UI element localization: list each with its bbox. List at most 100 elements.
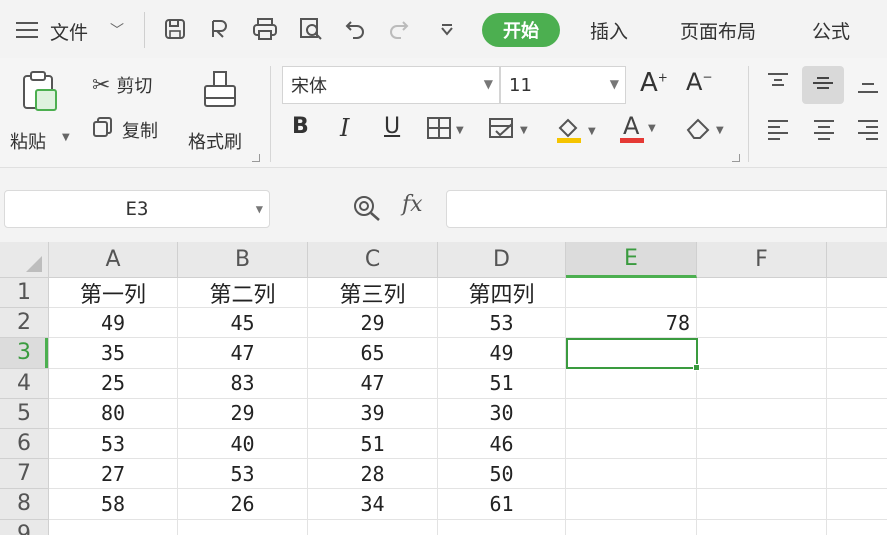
grid-cell[interactable]: 26 — [178, 489, 308, 520]
grid-cell[interactable] — [566, 519, 697, 535]
grid-cell[interactable] — [438, 519, 566, 535]
tab-page-layout[interactable]: 页面布局 — [680, 17, 756, 44]
row-header[interactable]: 6 — [0, 429, 49, 460]
increase-font-size-button[interactable]: A+ — [640, 68, 668, 98]
grid-cell[interactable]: 47 — [178, 338, 308, 369]
grid-cell[interactable]: 61 — [438, 489, 566, 520]
grid-cell[interactable] — [827, 459, 887, 490]
grid-cell[interactable]: 28 — [308, 459, 438, 490]
align-middle-button[interactable] — [802, 66, 844, 104]
grid-cell[interactable]: 39 — [308, 398, 438, 429]
grid-cell[interactable] — [827, 308, 887, 339]
grid-cell[interactable]: 51 — [438, 368, 566, 399]
borders-button[interactable]: ▼ — [426, 116, 464, 145]
tab-formulas[interactable]: 公式 — [812, 17, 850, 44]
grid-cell[interactable]: 65 — [308, 338, 438, 369]
grid-cell[interactable] — [827, 489, 887, 520]
align-left-button[interactable] — [766, 118, 790, 145]
fill-handle[interactable] — [693, 364, 700, 371]
grid-cell[interactable] — [566, 278, 697, 309]
active-cell-selection[interactable] — [566, 338, 700, 371]
align-top-button[interactable] — [766, 72, 790, 97]
grid-cell[interactable]: 第三列 — [308, 278, 438, 309]
format-painter-button[interactable]: 格式刷 — [186, 66, 256, 156]
grid-cell[interactable]: 51 — [308, 429, 438, 460]
grid-cell[interactable]: 78 — [566, 308, 697, 339]
insert-function-icon[interactable]: fx — [402, 192, 423, 217]
cut-button[interactable]: ✂ 剪切 — [92, 72, 152, 98]
grid-cell[interactable]: 53 — [178, 459, 308, 490]
grid-cell[interactable]: 29 — [178, 398, 308, 429]
font-size-select[interactable]: 11 ▼ — [500, 66, 626, 104]
row-header[interactable]: 9 — [0, 519, 49, 535]
decrease-font-size-button[interactable]: A− — [686, 68, 712, 96]
column-header[interactable]: B — [178, 242, 308, 278]
grid-cell[interactable] — [697, 278, 827, 309]
grid-cell[interactable]: 25 — [49, 368, 178, 399]
grid-cell[interactable]: 29 — [308, 308, 438, 339]
name-box[interactable]: E3 ▼ — [4, 190, 270, 228]
customize-toolbar-icon[interactable] — [432, 14, 462, 44]
grid-cell[interactable] — [827, 429, 887, 460]
redo-icon[interactable] — [384, 14, 414, 44]
grid-cell[interactable] — [697, 489, 827, 520]
grid-cell[interactable] — [697, 368, 827, 399]
column-header[interactable]: D — [438, 242, 566, 278]
grid-cell[interactable]: 第一列 — [49, 278, 178, 309]
row-header[interactable]: 1 — [0, 278, 49, 309]
italic-button[interactable]: I — [340, 114, 349, 142]
grid-cell[interactable] — [827, 399, 887, 429]
grid-cell[interactable]: 30 — [438, 398, 566, 429]
grid-cell[interactable]: 46 — [438, 429, 566, 460]
grid-cell[interactable]: 47 — [308, 368, 438, 399]
menu-hamburger-icon[interactable] — [16, 22, 38, 38]
grid-cell[interactable]: 45 — [178, 308, 308, 339]
undo-icon[interactable] — [340, 14, 370, 44]
column-header[interactable]: C — [308, 242, 438, 278]
grid-cell[interactable] — [697, 398, 827, 429]
row-header[interactable]: 4 — [0, 368, 49, 399]
formula-input[interactable] — [446, 190, 887, 228]
grid-cell[interactable] — [566, 489, 697, 520]
align-bottom-button[interactable] — [856, 76, 880, 101]
tab-insert[interactable]: 插入 — [590, 17, 628, 44]
grid-cell[interactable]: 34 — [308, 489, 438, 520]
grid-cell[interactable]: 49 — [438, 338, 566, 369]
column-header[interactable] — [827, 242, 887, 278]
grid-cell[interactable] — [827, 520, 887, 535]
column-header[interactable]: A — [49, 242, 178, 278]
grid-cell[interactable] — [697, 338, 827, 369]
select-all-corner[interactable] — [0, 242, 49, 278]
grid-cell[interactable] — [566, 459, 697, 490]
font-name-select[interactable]: 宋体 ▼ — [282, 66, 500, 104]
export-pdf-icon[interactable] — [204, 14, 234, 44]
align-center-button[interactable] — [812, 118, 836, 145]
bold-button[interactable]: B — [292, 114, 309, 139]
print-icon[interactable] — [250, 14, 280, 44]
font-dialog-launcher[interactable] — [732, 154, 740, 162]
grid-cell[interactable] — [566, 429, 697, 460]
grid-cell[interactable] — [566, 398, 697, 429]
align-right-button[interactable] — [856, 118, 880, 145]
file-menu[interactable]: 文件 — [50, 18, 88, 45]
grid-cell[interactable] — [697, 459, 827, 490]
row-header[interactable]: 2 — [0, 308, 49, 339]
chevron-down-icon[interactable]: ﹀ — [110, 20, 124, 40]
grid-cell[interactable]: 80 — [49, 398, 178, 429]
tab-home[interactable]: 开始 — [482, 13, 560, 47]
print-preview-icon[interactable] — [296, 14, 326, 44]
grid-cell[interactable]: 50 — [438, 459, 566, 490]
chevron-down-icon[interactable]: ▼ — [256, 202, 263, 216]
column-header[interactable]: F — [697, 242, 827, 278]
clipboard-dialog-launcher[interactable] — [252, 154, 260, 162]
row-header[interactable]: 5 — [0, 398, 49, 429]
copy-button[interactable]: 复制 — [92, 116, 158, 143]
underline-button[interactable]: U — [384, 114, 400, 139]
column-header[interactable]: E — [566, 242, 697, 278]
grid-cell[interactable] — [827, 369, 887, 399]
grid-cell[interactable] — [827, 278, 887, 309]
grid-cell[interactable] — [178, 519, 308, 535]
clear-format-button[interactable]: ▼ — [684, 116, 724, 145]
grid-cell[interactable] — [827, 338, 887, 369]
grid-cell[interactable] — [308, 519, 438, 535]
